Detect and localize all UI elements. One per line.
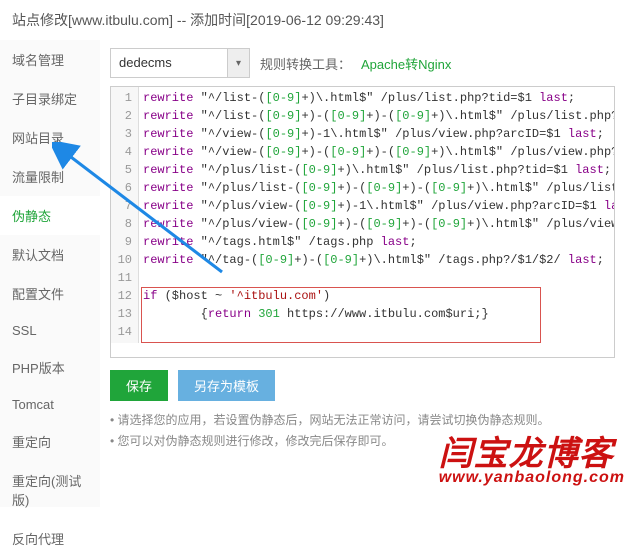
sidebar-item[interactable]: 反向代理: [0, 519, 100, 558]
page-header: 站点修改[www.itbulu.com] -- 添加时间[2019-06-12 …: [0, 0, 625, 40]
sidebar-item[interactable]: 域名管理: [0, 40, 100, 79]
toolbar: dedecms ▾ 规则转换工具： Apache转Nginx: [110, 40, 615, 86]
code-content[interactable]: rewrite "^/list-([0-9]+)\.html$" /plus/l…: [139, 87, 615, 343]
sidebar-item[interactable]: 重定向(测试版): [0, 461, 100, 519]
sidebar-item[interactable]: SSL: [0, 313, 100, 348]
app-select[interactable]: dedecms ▾: [110, 48, 250, 78]
sidebar-item[interactable]: PHP版本: [0, 348, 100, 387]
container: 域名管理子目录绑定网站目录流量限制伪静态默认文档配置文件SSLPHP版本Tomc…: [0, 40, 625, 507]
sidebar-item[interactable]: 重定向: [0, 422, 100, 461]
sidebar-item[interactable]: 配置文件: [0, 274, 100, 313]
sidebar-item[interactable]: 默认文档: [0, 235, 100, 274]
save-template-button[interactable]: 另存为模板: [178, 370, 275, 401]
sidebar-item[interactable]: 流量限制: [0, 157, 100, 196]
notes: • 请选择您的应用，若设置伪静态后，网站无法正常访问，请尝试切换伪静态规则。 •…: [110, 409, 615, 451]
main-panel: dedecms ▾ 规则转换工具： Apache转Nginx 123456789…: [100, 40, 625, 507]
chevron-down-icon: ▾: [227, 49, 249, 77]
note-line: • 请选择您的应用，若设置伪静态后，网站无法正常访问，请尝试切换伪静态规则。: [110, 409, 615, 430]
note-line: • 您可以对伪静态规则进行修改，修改完后保存即可。: [110, 430, 615, 451]
sidebar: 域名管理子目录绑定网站目录流量限制伪静态默认文档配置文件SSLPHP版本Tomc…: [0, 40, 100, 507]
sidebar-item[interactable]: 子目录绑定: [0, 79, 100, 118]
convert-link[interactable]: Apache转Nginx: [361, 54, 451, 73]
code-editor[interactable]: 1234567891011121314 rewrite "^/list-([0-…: [110, 86, 615, 358]
sidebar-item[interactable]: 网站目录: [0, 118, 100, 157]
watermark-en: www.yanbaolong.com: [439, 469, 625, 487]
save-button[interactable]: 保存: [110, 370, 168, 401]
button-row: 保存 另存为模板: [110, 358, 615, 409]
page-title: 站点修改[www.itbulu.com] -- 添加时间[2019-06-12 …: [12, 12, 384, 28]
sidebar-item[interactable]: 伪静态: [0, 196, 101, 235]
line-gutter: 1234567891011121314: [111, 87, 139, 343]
convert-label: 规则转换工具：: [260, 54, 351, 73]
sidebar-item[interactable]: Tomcat: [0, 387, 100, 422]
